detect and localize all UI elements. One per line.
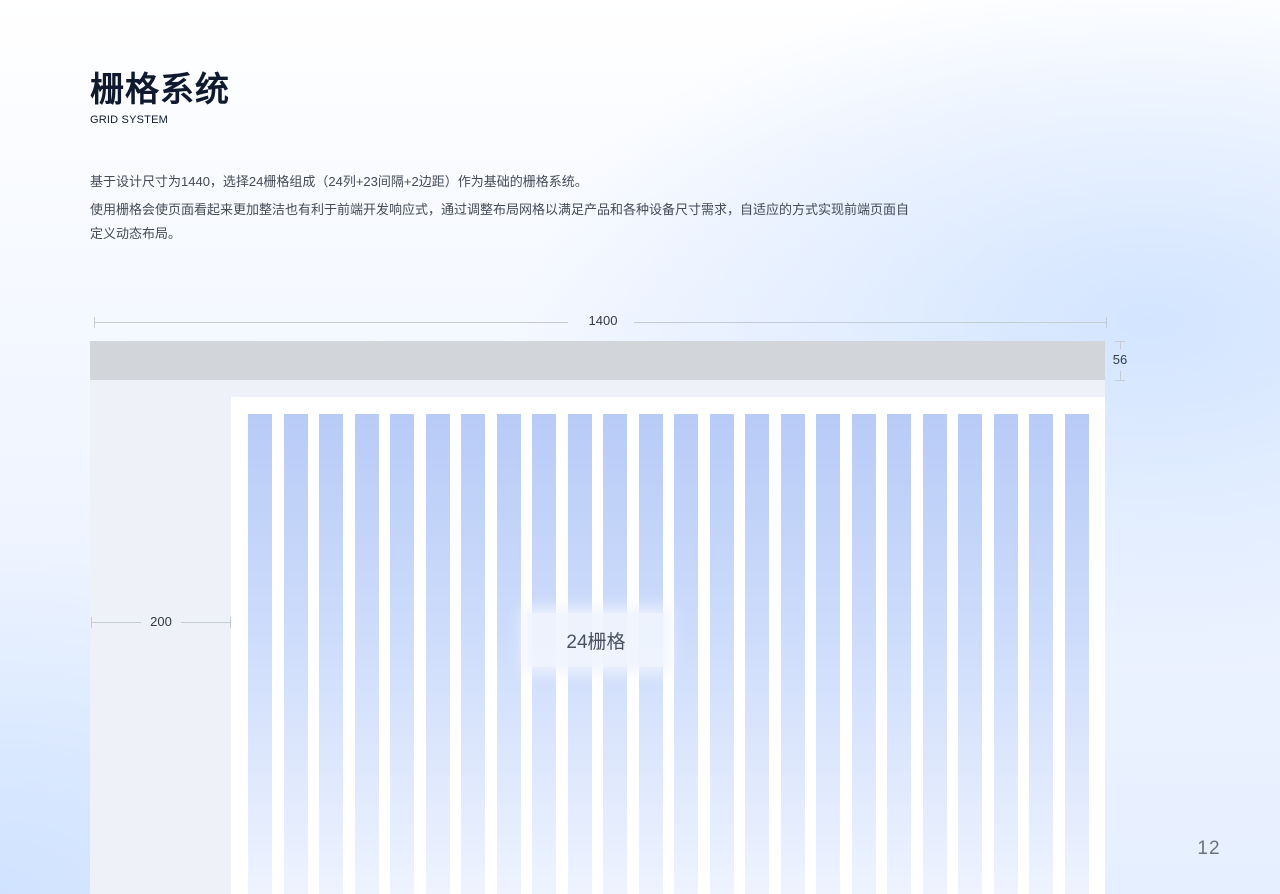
width-dimension-line-left: [94, 322, 568, 323]
width-dimension-line-right: [634, 322, 1106, 323]
grid-column: [425, 414, 450, 894]
description-line-1: 基于设计尺寸为1440，选择24栅格组成（24列+23间隔+2边距）作为基础的栅…: [90, 174, 588, 189]
layout-header-bar: [90, 341, 1105, 380]
width-dimension-tick-right: [1106, 317, 1107, 328]
grid-column: [1029, 414, 1053, 894]
grid-column: [674, 414, 698, 894]
height-dimension-line-top: [1120, 341, 1121, 349]
grid-column: [496, 414, 521, 894]
sidebar-dimension-line-left: [91, 622, 141, 623]
grid-column: [958, 414, 982, 894]
page-title: 栅格系统: [90, 71, 230, 109]
grid-column: [709, 414, 734, 894]
grid-column: [1064, 414, 1089, 894]
width-dimension-label: 1400: [588, 313, 618, 328]
description-line-2: 使用栅格会使页面看起来更加整洁也有利于前端开发响应式，通过调整布局网格以满足产品…: [90, 202, 910, 241]
grid-column: [922, 414, 947, 894]
grid-column: [851, 414, 876, 894]
grid-column: [390, 414, 414, 894]
grid-column: [993, 414, 1018, 894]
sidebar-dimension-label: 200: [150, 614, 172, 629]
grid-column: [461, 414, 485, 894]
grid-column: [745, 414, 769, 894]
height-dimension-label: 56: [1112, 352, 1128, 367]
sidebar-dimension-tick-right: [230, 617, 231, 628]
grid-column: [283, 414, 308, 894]
sidebar-dimension-line-right: [181, 622, 231, 623]
page-subtitle: GRID SYSTEM: [90, 114, 168, 126]
height-dimension-line-bottom: [1120, 371, 1121, 380]
grid-column: [887, 414, 911, 894]
grid-column: [319, 414, 343, 894]
grid-column: [354, 414, 379, 894]
grid-label: 24栅格: [528, 613, 664, 667]
page-number: 12: [1197, 838, 1221, 859]
height-dimension-tick-bottom: [1115, 380, 1125, 381]
grid-column: [248, 414, 272, 894]
grid-column: [780, 414, 805, 894]
grid-column: [816, 414, 840, 894]
